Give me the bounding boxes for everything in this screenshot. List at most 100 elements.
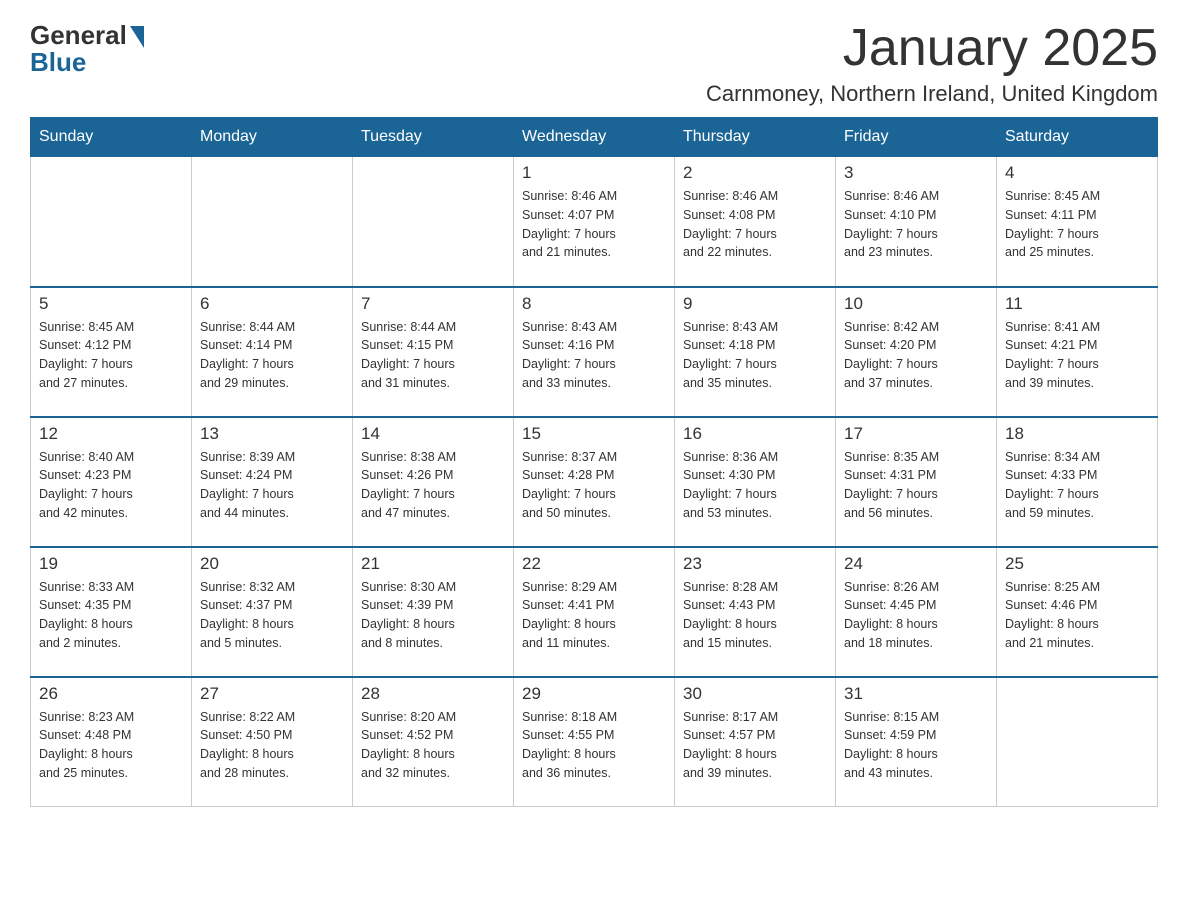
day-number: 31 <box>844 684 988 704</box>
day-info: Sunrise: 8:23 AMSunset: 4:48 PMDaylight:… <box>39 708 183 783</box>
day-number: 23 <box>683 554 827 574</box>
day-number: 4 <box>1005 163 1149 183</box>
day-info: Sunrise: 8:25 AMSunset: 4:46 PMDaylight:… <box>1005 578 1149 653</box>
day-number: 7 <box>361 294 505 314</box>
weekday-header-tuesday: Tuesday <box>353 118 514 157</box>
calendar-cell: 28Sunrise: 8:20 AMSunset: 4:52 PMDayligh… <box>353 677 514 807</box>
day-number: 10 <box>844 294 988 314</box>
calendar-cell: 22 Sunrise: 8:29 AMSunset: 4:41 PMDayligh… <box>514 547 675 677</box>
calendar-cell: 24Sunrise: 8:26 AMSunset: 4:45 PMDayligh… <box>836 547 997 677</box>
day-info: Sunrise: 8:28 AMSunset: 4:43 PMDaylight:… <box>683 578 827 653</box>
weekday-header-monday: Monday <box>192 118 353 157</box>
day-info: Sunrise: 8:43 AMSunset: 4:16 PMDaylight:… <box>522 318 666 393</box>
day-info: Sunrise: 8:30 AMSunset: 4:39 PMDaylight:… <box>361 578 505 653</box>
weekday-header-saturday: Saturday <box>997 118 1158 157</box>
calendar-cell <box>997 677 1158 807</box>
day-number: 29 <box>522 684 666 704</box>
location-subtitle: Carnmoney, Northern Ireland, United King… <box>706 81 1158 107</box>
day-number: 30 <box>683 684 827 704</box>
day-number: 19 <box>39 554 183 574</box>
calendar-table: SundayMondayTuesdayWednesdayThursdayFrid… <box>30 117 1158 807</box>
day-number: 1 <box>522 163 666 183</box>
calendar-cell: 9Sunrise: 8:43 AMSunset: 4:18 PMDaylight… <box>675 287 836 417</box>
day-number: 21 <box>361 554 505 574</box>
calendar-cell: 18 Sunrise: 8:34 AMSunset: 4:33 PMDayligh… <box>997 417 1158 547</box>
logo-blue-text: Blue <box>30 47 86 78</box>
calendar-cell: 16Sunrise: 8:36 AMSunset: 4:30 PMDayligh… <box>675 417 836 547</box>
weekday-header-thursday: Thursday <box>675 118 836 157</box>
day-info: Sunrise: 8:42 AMSunset: 4:20 PMDaylight:… <box>844 318 988 393</box>
day-number: 13 <box>200 424 344 444</box>
weekday-header-sunday: Sunday <box>31 118 192 157</box>
day-number: 25 <box>1005 554 1149 574</box>
day-info: Sunrise: 8:45 AMSunset: 4:11 PMDaylight:… <box>1005 187 1149 262</box>
calendar-cell: 30 Sunrise: 8:17 AMSunset: 4:57 PMDayligh… <box>675 677 836 807</box>
logo: General Blue <box>30 20 144 78</box>
calendar-cell: 31 Sunrise: 8:15 AMSunset: 4:59 PMDayligh… <box>836 677 997 807</box>
day-number: 17 <box>844 424 988 444</box>
day-number: 2 <box>683 163 827 183</box>
day-number: 3 <box>844 163 988 183</box>
day-number: 5 <box>39 294 183 314</box>
calendar-cell: 4 Sunrise: 8:45 AMSunset: 4:11 PMDaylight… <box>997 157 1158 287</box>
calendar-cell <box>192 157 353 287</box>
calendar-cell: 26 Sunrise: 8:23 AMSunset: 4:48 PMDayligh… <box>31 677 192 807</box>
calendar-cell: 6 Sunrise: 8:44 AMSunset: 4:14 PMDaylight… <box>192 287 353 417</box>
day-info: Sunrise: 8:22 AMSunset: 4:50 PMDaylight:… <box>200 708 344 783</box>
day-number: 8 <box>522 294 666 314</box>
day-number: 22 <box>522 554 666 574</box>
calendar-cell: 20 Sunrise: 8:32 AMSunset: 4:37 PMDayligh… <box>192 547 353 677</box>
calendar-cell: 5 Sunrise: 8:45 AMSunset: 4:12 PMDaylight… <box>31 287 192 417</box>
day-info: Sunrise: 8:43 AMSunset: 4:18 PMDaylight:… <box>683 318 827 393</box>
day-info: Sunrise: 8:46 AMSunset: 4:08 PMDaylight:… <box>683 187 827 262</box>
day-info: Sunrise: 8:32 AMSunset: 4:37 PMDaylight:… <box>200 578 344 653</box>
day-info: Sunrise: 8:36 AMSunset: 4:30 PMDaylight:… <box>683 448 827 523</box>
day-info: Sunrise: 8:17 AMSunset: 4:57 PMDaylight:… <box>683 708 827 783</box>
day-info: Sunrise: 8:29 AMSunset: 4:41 PMDaylight:… <box>522 578 666 653</box>
calendar-cell: 23 Sunrise: 8:28 AMSunset: 4:43 PMDayligh… <box>675 547 836 677</box>
day-number: 20 <box>200 554 344 574</box>
weekday-header-friday: Friday <box>836 118 997 157</box>
calendar-cell: 14Sunrise: 8:38 AMSunset: 4:26 PMDayligh… <box>353 417 514 547</box>
title-section: January 2025 Carnmoney, Northern Ireland… <box>706 20 1158 107</box>
calendar-cell: 7 Sunrise: 8:44 AMSunset: 4:15 PMDaylight… <box>353 287 514 417</box>
calendar-cell: 2 Sunrise: 8:46 AMSunset: 4:08 PMDaylight… <box>675 157 836 287</box>
weekday-header-wednesday: Wednesday <box>514 118 675 157</box>
day-number: 11 <box>1005 294 1149 314</box>
calendar-cell: 15 Sunrise: 8:37 AMSunset: 4:28 PMDayligh… <box>514 417 675 547</box>
calendar-cell: 1 Sunrise: 8:46 AMSunset: 4:07 PMDaylight… <box>514 157 675 287</box>
calendar-cell: 21 Sunrise: 8:30 AMSunset: 4:39 PMDayligh… <box>353 547 514 677</box>
day-number: 15 <box>522 424 666 444</box>
day-info: Sunrise: 8:33 AMSunset: 4:35 PMDaylight:… <box>39 578 183 653</box>
day-info: Sunrise: 8:44 AMSunset: 4:14 PMDaylight:… <box>200 318 344 393</box>
day-number: 28 <box>361 684 505 704</box>
day-number: 12 <box>39 424 183 444</box>
day-info: Sunrise: 8:39 AMSunset: 4:24 PMDaylight:… <box>200 448 344 523</box>
calendar-cell: 25 Sunrise: 8:25 AMSunset: 4:46 PMDayligh… <box>997 547 1158 677</box>
day-number: 27 <box>200 684 344 704</box>
calendar-cell: 17Sunrise: 8:35 AMSunset: 4:31 PMDayligh… <box>836 417 997 547</box>
calendar-cell <box>31 157 192 287</box>
day-number: 18 <box>1005 424 1149 444</box>
day-number: 24 <box>844 554 988 574</box>
day-number: 6 <box>200 294 344 314</box>
day-info: Sunrise: 8:46 AMSunset: 4:07 PMDaylight:… <box>522 187 666 262</box>
day-number: 26 <box>39 684 183 704</box>
day-info: Sunrise: 8:46 AMSunset: 4:10 PMDaylight:… <box>844 187 988 262</box>
calendar-week-row: 5 Sunrise: 8:45 AMSunset: 4:12 PMDaylight… <box>31 287 1158 417</box>
calendar-week-row: 1 Sunrise: 8:46 AMSunset: 4:07 PMDaylight… <box>31 157 1158 287</box>
day-info: Sunrise: 8:37 AMSunset: 4:28 PMDaylight:… <box>522 448 666 523</box>
calendar-cell: 13 Sunrise: 8:39 AMSunset: 4:24 PMDayligh… <box>192 417 353 547</box>
day-info: Sunrise: 8:45 AMSunset: 4:12 PMDaylight:… <box>39 318 183 393</box>
calendar-cell: 12 Sunrise: 8:40 AMSunset: 4:23 PMDayligh… <box>31 417 192 547</box>
day-info: Sunrise: 8:44 AMSunset: 4:15 PMDaylight:… <box>361 318 505 393</box>
day-info: Sunrise: 8:40 AMSunset: 4:23 PMDaylight:… <box>39 448 183 523</box>
day-info: Sunrise: 8:15 AMSunset: 4:59 PMDaylight:… <box>844 708 988 783</box>
logo-triangle-icon <box>130 26 144 48</box>
day-info: Sunrise: 8:34 AMSunset: 4:33 PMDaylight:… <box>1005 448 1149 523</box>
weekday-header-row: SundayMondayTuesdayWednesdayThursdayFrid… <box>31 118 1158 157</box>
calendar-cell: 11Sunrise: 8:41 AMSunset: 4:21 PMDayligh… <box>997 287 1158 417</box>
calendar-cell: 29Sunrise: 8:18 AMSunset: 4:55 PMDayligh… <box>514 677 675 807</box>
day-number: 14 <box>361 424 505 444</box>
calendar-week-row: 12 Sunrise: 8:40 AMSunset: 4:23 PMDayligh… <box>31 417 1158 547</box>
